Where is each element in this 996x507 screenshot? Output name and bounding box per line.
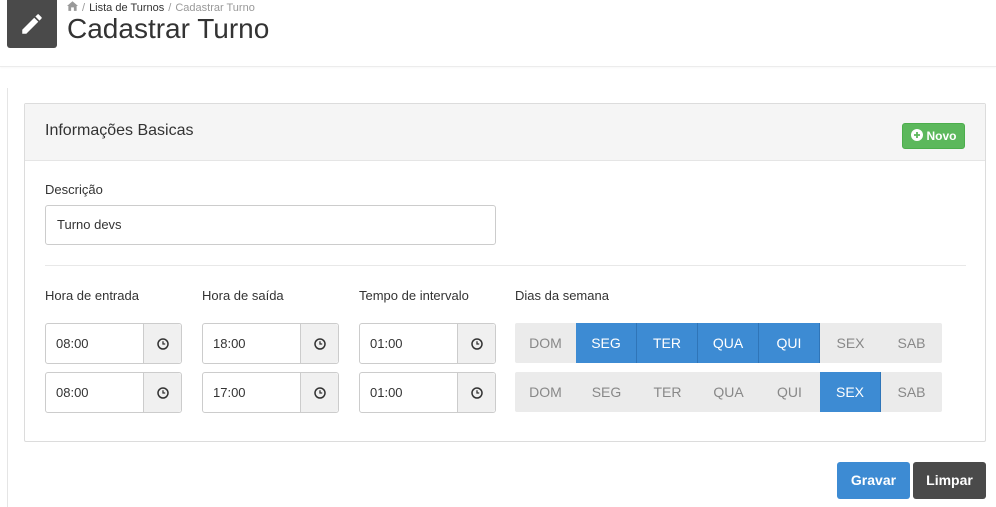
tempo-intervalo-label: Tempo de intervalo <box>359 288 469 303</box>
limpar-button[interactable]: Limpar <box>913 462 986 499</box>
time-value: 01:00 <box>370 385 403 400</box>
time-value: 17:00 <box>213 385 246 400</box>
dias-semana-label: Dias da semana <box>515 288 609 303</box>
breadcrumb-separator: / <box>82 1 86 14</box>
dias-semana-row: DOM SEG TER QUA QUI SEX SAB <box>515 323 942 363</box>
day-toggle-seg[interactable]: SEG <box>576 372 637 412</box>
day-toggle-sab[interactable]: SAB <box>881 323 942 363</box>
clock-icon[interactable] <box>300 373 338 412</box>
novo-button[interactable]: Novo <box>902 123 965 149</box>
hora-saida-label: Hora de saída <box>202 288 284 303</box>
day-toggle-sex[interactable]: SEX <box>820 323 881 363</box>
clock-icon[interactable] <box>143 373 181 412</box>
dias-semana-row: DOM SEG TER QUA QUI SEX SAB <box>515 372 942 412</box>
tempo-intervalo-input[interactable]: 01:00 <box>359 372 496 413</box>
page-title: Cadastrar Turno <box>67 13 270 44</box>
day-toggle-qui[interactable]: QUI <box>759 323 820 363</box>
pencil-icon <box>7 0 57 48</box>
time-value: 01:00 <box>370 336 403 351</box>
clock-icon[interactable] <box>457 324 495 363</box>
tempo-intervalo-input[interactable]: 01:00 <box>359 323 496 364</box>
day-toggle-sab[interactable]: SAB <box>881 372 942 412</box>
time-value: 18:00 <box>213 336 246 351</box>
info-panel: Informações Basicas Novo Descrição Turno… <box>24 103 986 442</box>
time-value: 08:00 <box>56 336 89 351</box>
hora-entrada-input[interactable]: 08:00 <box>45 372 182 413</box>
panel-title: Informações Basicas <box>45 122 194 139</box>
breadcrumb-lista-turnos[interactable]: Lista de Turnos <box>89 2 164 14</box>
gravar-button[interactable]: Gravar <box>837 462 910 499</box>
day-toggle-dom[interactable]: DOM <box>515 323 576 363</box>
breadcrumb-separator: / <box>168 1 172 14</box>
divider <box>45 265 966 266</box>
day-toggle-sex[interactable]: SEX <box>820 372 881 412</box>
page-header: / Lista de Turnos / Cadastrar Turno Cada… <box>0 0 996 67</box>
day-toggle-qua[interactable]: QUA <box>698 323 759 363</box>
panel-heading: Informações Basicas Novo <box>25 104 985 161</box>
breadcrumb-current: Cadastrar Turno <box>175 1 255 14</box>
descricao-value: Turno devs <box>57 217 122 232</box>
day-toggle-seg[interactable]: SEG <box>576 323 637 363</box>
descricao-label: Descrição <box>45 182 103 197</box>
hora-saida-input[interactable]: 17:00 <box>202 372 339 413</box>
clock-icon[interactable] <box>300 324 338 363</box>
descricao-input[interactable]: Turno devs <box>45 205 496 245</box>
time-value: 08:00 <box>56 385 89 400</box>
day-toggle-qua[interactable]: QUA <box>698 372 759 412</box>
main-content: Informações Basicas Novo Descrição Turno… <box>7 88 996 507</box>
day-toggle-ter[interactable]: TER <box>637 372 698 412</box>
novo-label: Novo <box>926 129 957 143</box>
hora-entrada-label: Hora de entrada <box>45 288 139 303</box>
plus-circle-icon <box>910 128 923 144</box>
hora-entrada-input[interactable]: 08:00 <box>45 323 182 364</box>
day-toggle-dom[interactable]: DOM <box>515 372 576 412</box>
day-toggle-ter[interactable]: TER <box>637 323 698 363</box>
clock-icon[interactable] <box>143 324 181 363</box>
clock-icon[interactable] <box>457 373 495 412</box>
day-toggle-qui[interactable]: QUI <box>759 372 820 412</box>
hora-saida-input[interactable]: 18:00 <box>202 323 339 364</box>
